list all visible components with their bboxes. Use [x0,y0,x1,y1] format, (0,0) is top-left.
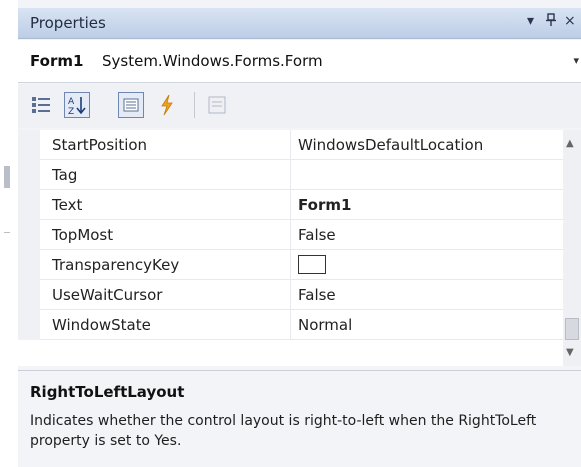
property-row[interactable]: TransparencyKey [18,250,563,280]
property-grid: StartPosition WindowsDefaultLocation Tag Te… [18,130,581,366]
row-gutter [18,250,40,280]
properties-toolbar: A Z [18,84,581,128]
property-row[interactable]: WindowState Normal [18,310,563,340]
property-name: StartPosition [52,136,148,154]
left-window-edge [0,0,14,466]
property-row[interactable]: TopMost False [18,220,563,250]
properties-panel: Properties ▾ × Form1 System.Windows.Form… [18,0,581,467]
property-pages-icon[interactable] [204,92,230,118]
toolbar-separator [194,92,195,118]
column-divider [290,190,291,220]
property-name: Text [52,196,83,214]
property-value[interactable]: Normal [298,316,352,334]
pin-icon[interactable] [545,13,557,31]
events-lightning-icon[interactable] [154,92,180,118]
dropdown-icon[interactable]: ▾ [527,13,534,29]
property-name: TransparencyKey [52,256,180,274]
grid-scrollbar[interactable]: ▲ ▼ [563,130,581,366]
property-row[interactable]: Text Form1 [18,190,563,220]
description-title: RightToLeftLayout [30,383,185,401]
categorized-icon[interactable] [28,92,54,118]
panel-title: Properties [30,14,106,32]
row-gutter [18,310,40,340]
object-name: Form1 [30,52,84,70]
column-divider [290,220,291,250]
row-divider [40,339,563,340]
scrollbar-thumb[interactable] [565,318,579,340]
alphabetical-sort-icon[interactable]: A Z [64,92,90,118]
row-gutter [18,280,40,310]
property-name: WindowState [52,316,151,334]
svg-text:A: A [68,97,75,107]
scroll-up-icon[interactable]: ▲ [566,138,574,149]
row-gutter [18,130,40,160]
color-swatch[interactable] [298,255,326,274]
property-row[interactable]: StartPosition WindowsDefaultLocation [18,130,563,160]
column-divider [290,310,291,340]
property-value[interactable]: False [298,286,336,304]
property-name: Tag [52,166,78,184]
column-divider [290,130,291,160]
close-icon[interactable]: × [564,13,576,29]
property-row[interactable]: UseWaitCursor False [18,280,563,310]
chevron-down-icon[interactable]: ▾ [573,54,579,67]
property-name: UseWaitCursor [52,286,163,304]
svg-text:Z: Z [68,107,74,117]
description-pane: RightToLeftLayout Indicates whether the … [18,370,581,467]
property-value[interactable]: False [298,226,336,244]
property-name: TopMost [52,226,114,244]
object-selector[interactable]: Form1 System.Windows.Forms.Form ▾ [18,40,581,83]
description-text: Indicates whether the control layout is … [30,413,537,449]
row-gutter [18,220,40,250]
scroll-down-icon[interactable]: ▼ [566,347,574,358]
row-gutter [18,190,40,220]
property-row[interactable]: Tag [18,160,563,190]
object-type: System.Windows.Forms.Form [102,52,323,70]
panel-title-bar[interactable]: Properties ▾ × [18,8,581,39]
edge-handle [4,166,10,188]
properties-view-icon[interactable] [118,92,144,118]
property-value[interactable]: WindowsDefaultLocation [298,136,483,154]
row-gutter [18,160,40,190]
property-value[interactable]: Form1 [298,196,351,214]
column-divider [290,160,291,190]
column-divider [290,280,291,310]
column-divider [290,250,291,280]
edge-marker [4,232,10,233]
